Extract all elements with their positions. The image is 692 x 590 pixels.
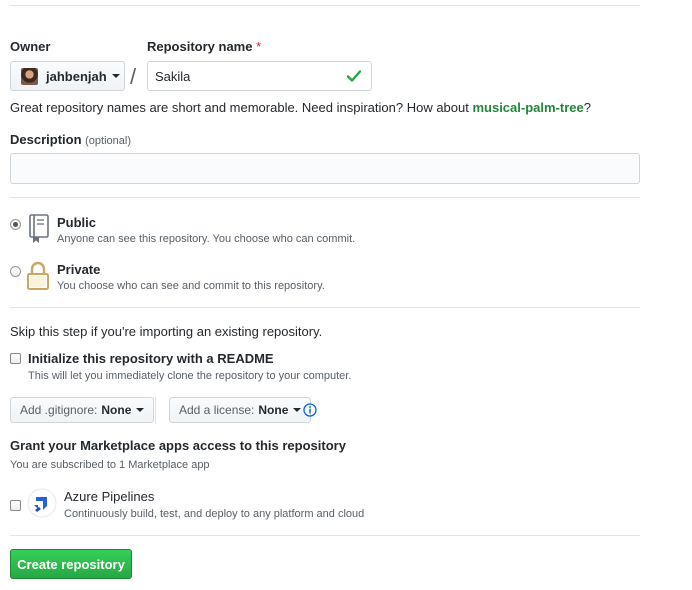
readme-label[interactable]: Initialize this repository with a README	[28, 351, 274, 366]
azure-pipelines-icon	[27, 488, 57, 518]
caret-down-icon	[111, 74, 120, 78]
caret-down-icon	[293, 408, 302, 412]
create-repository-button[interactable]: Create repository	[10, 549, 132, 579]
owner-label: Owner	[10, 39, 51, 54]
readme-checkbox[interactable]	[10, 353, 21, 364]
repo-name-label: Repository name *	[147, 39, 261, 54]
info-icon[interactable]	[303, 403, 317, 417]
lock-icon	[27, 261, 49, 290]
caret-down-icon	[136, 408, 145, 412]
private-title: Private	[57, 262, 101, 277]
repo-name-hint: Great repository names are short and mem…	[10, 100, 591, 115]
marketplace-subtitle: You are subscribed to 1 Marketplace app	[10, 459, 210, 471]
owner-select-button[interactable]: jahbenjah	[10, 61, 125, 91]
private-note: You choose who can see and commit to thi…	[57, 280, 325, 292]
gitignore-label: Add .gitignore:	[20, 403, 98, 417]
azure-pipelines-desc: Continuously build, test, and deploy to …	[64, 508, 365, 520]
license-value: None	[258, 403, 289, 417]
private-radio[interactable]	[10, 266, 21, 277]
divider	[10, 307, 640, 308]
optional-tag: (optional)	[85, 135, 131, 147]
description-label-text: Description	[10, 132, 82, 147]
owner-repo-separator: /	[130, 64, 137, 89]
hint-end: ?	[583, 100, 591, 115]
public-radio[interactable]	[10, 219, 21, 230]
marketplace-title: Grant your Marketplace apps access to th…	[10, 438, 346, 453]
gitignore-value: None	[101, 403, 132, 417]
top-divider	[10, 5, 640, 6]
repo-book-icon	[29, 214, 49, 243]
name-suggestion-link[interactable]: musical-palm-tree	[472, 100, 583, 115]
divider	[10, 197, 640, 198]
vertical-divider	[155, 397, 156, 424]
readme-note: This will let you immediately clone the …	[28, 370, 352, 382]
azure-pipelines-checkbox[interactable]	[10, 500, 21, 511]
description-label: Description (optional)	[10, 132, 131, 147]
license-select[interactable]: Add a license: None	[169, 397, 312, 423]
repo-name-label-text: Repository name	[147, 39, 253, 54]
owner-avatar	[21, 67, 38, 85]
repo-name-input[interactable]: Sakila	[147, 61, 372, 91]
hint-text: Great repository names are short and mem…	[10, 100, 473, 115]
public-note: Anyone can see this repository. You choo…	[57, 233, 356, 245]
public-title: Public	[57, 215, 97, 230]
azure-pipelines-name: Azure Pipelines	[64, 489, 155, 504]
import-note: Skip this step if you're importing an ex…	[10, 324, 323, 339]
license-label: Add a license:	[179, 403, 255, 417]
owner-name: jahbenjah	[46, 68, 107, 84]
gitignore-select[interactable]: Add .gitignore: None	[10, 397, 155, 423]
required-mark: *	[256, 39, 262, 54]
description-input[interactable]	[10, 153, 640, 184]
divider	[10, 535, 640, 536]
check-icon	[346, 70, 362, 82]
